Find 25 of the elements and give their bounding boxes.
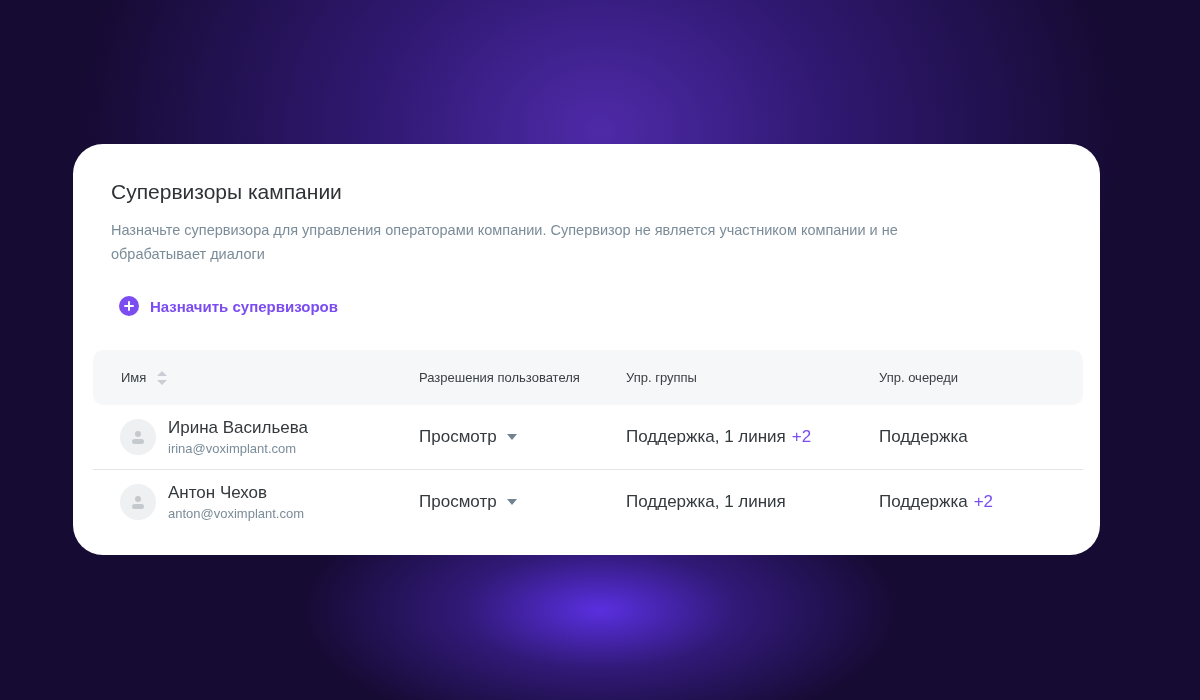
user-email: irina@voximplant.com xyxy=(168,441,298,456)
assign-supervisors-button[interactable]: Назначить супервизоров xyxy=(119,296,338,316)
permission-dropdown[interactable]: Просмотр xyxy=(419,427,517,447)
column-header: Разрешения пользователя xyxy=(419,370,580,385)
user-email: anton@voximplant.com xyxy=(168,506,305,521)
table-cell: Поддержка xyxy=(879,492,968,512)
table-cell: Поддержка, 1 линия xyxy=(626,427,786,447)
permission-dropdown[interactable]: Просмотр xyxy=(419,492,517,512)
table-cell: Поддержка, 1 линия xyxy=(626,492,786,512)
table-cell: Поддержка xyxy=(879,427,968,447)
section-title: Супервизоры кампании xyxy=(111,180,343,204)
plus-icon xyxy=(119,296,139,316)
more-count[interactable]: +2 xyxy=(973,492,994,512)
column-header: Упр. группы xyxy=(626,370,697,385)
caret-icon xyxy=(506,434,517,440)
more-count[interactable]: +2 xyxy=(791,427,812,447)
caret-icon xyxy=(506,499,517,505)
user-name: Ирина Васильева xyxy=(168,418,309,438)
avatar-icon xyxy=(120,484,156,520)
avatar-icon xyxy=(120,419,156,455)
column-header: Упр. очереди xyxy=(879,370,959,385)
sort-icon[interactable] xyxy=(156,369,169,386)
user-name: Антон Чехов xyxy=(168,483,269,503)
section-description: Назначьте супервизора для управления операторами компании. Супервизор не является участником компании и не обрабатывает диалоги xyxy=(111,221,899,264)
column-header[interactable]: Имя xyxy=(121,369,169,386)
